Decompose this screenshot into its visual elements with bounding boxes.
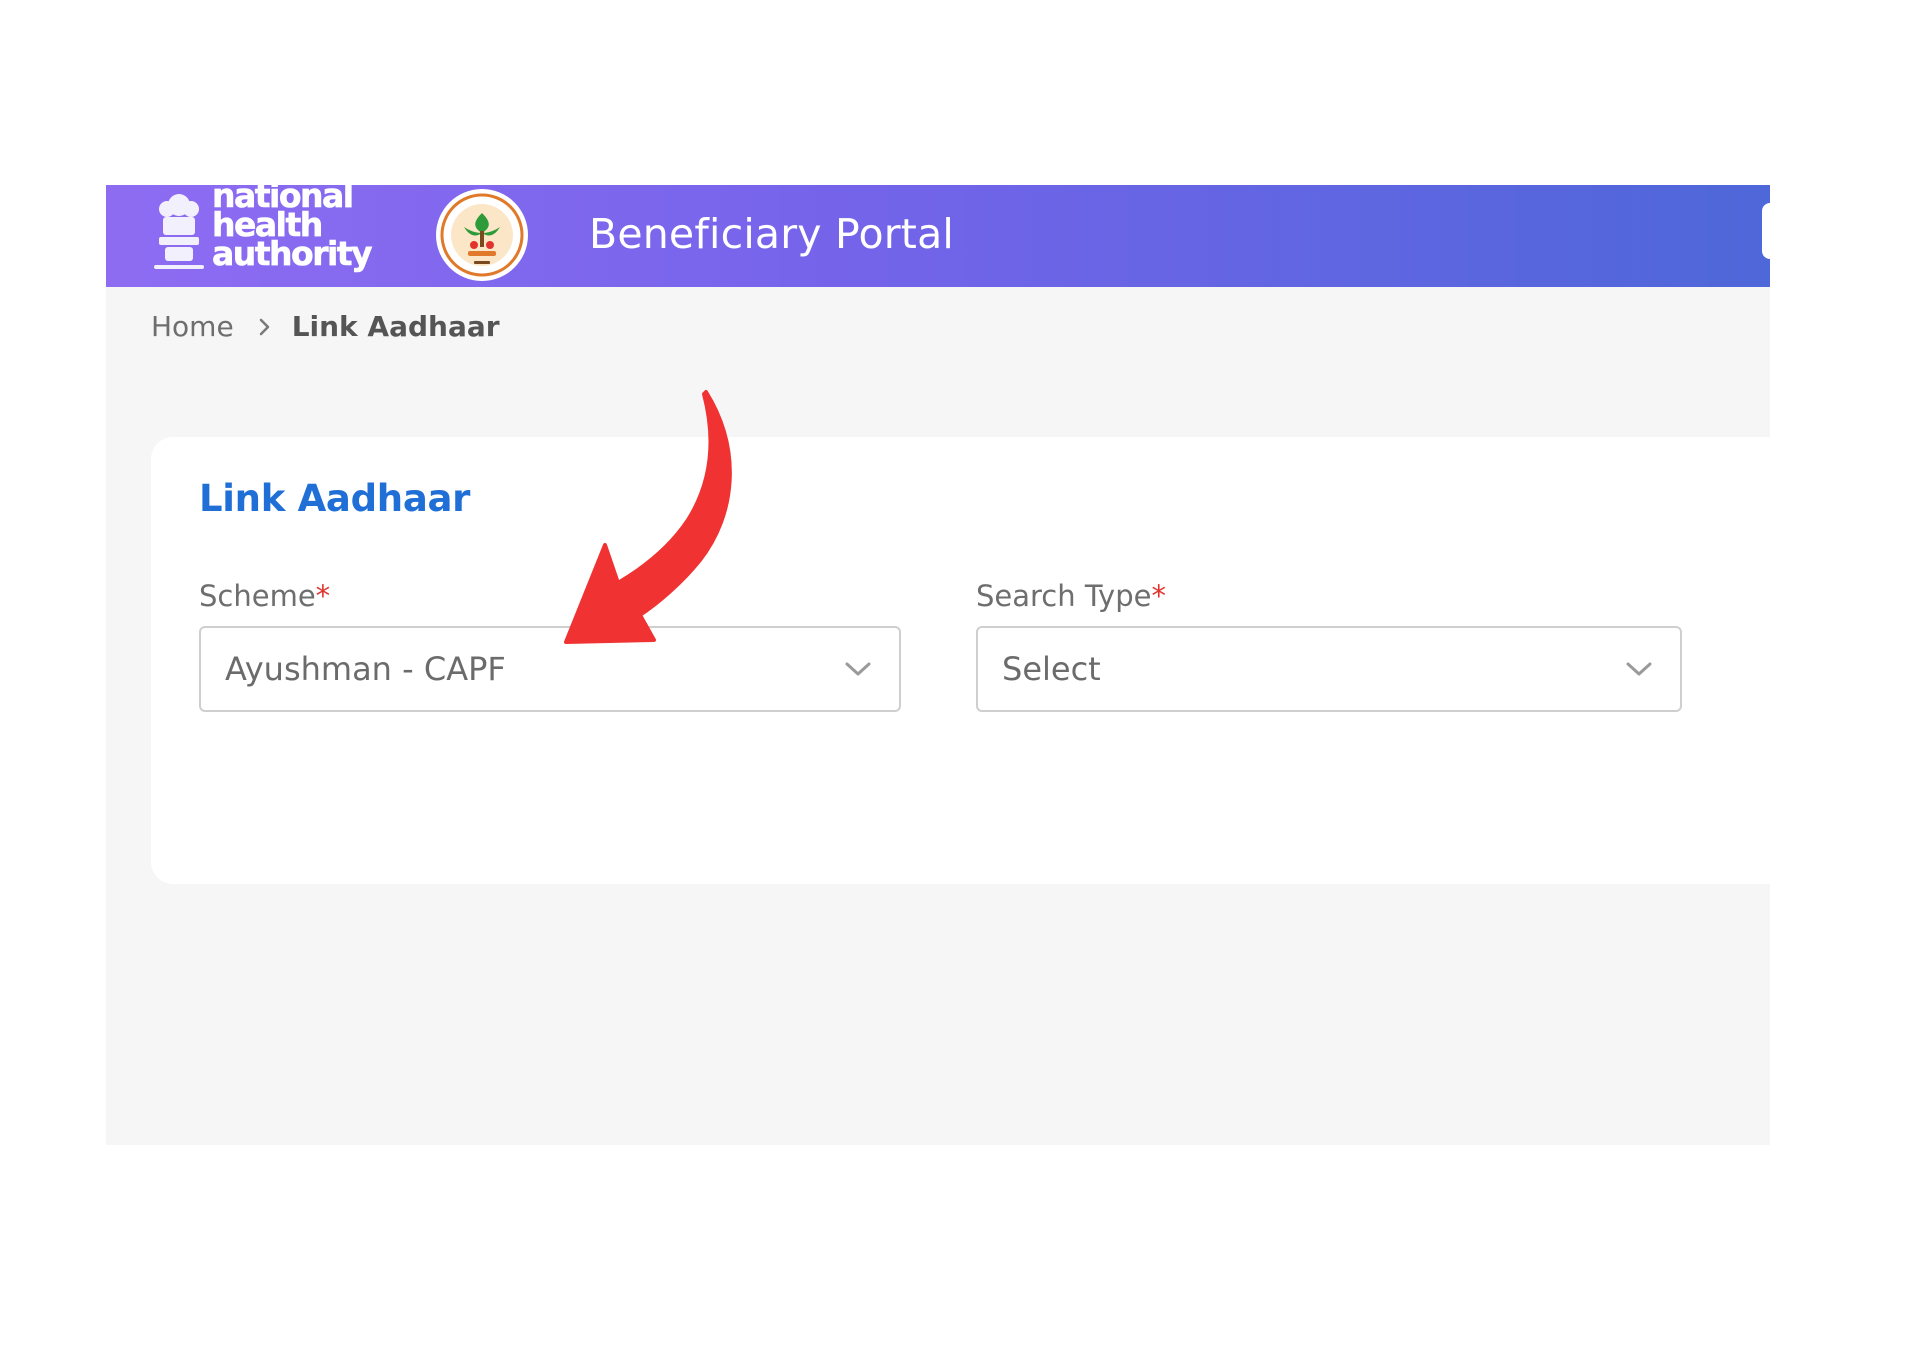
header-action-button-edge[interactable] xyxy=(1762,203,1770,259)
link-aadhaar-card: Link Aadhaar Scheme* Ayushman - CAPF Sea… xyxy=(151,437,1770,884)
scheme-label-text: Scheme xyxy=(199,579,316,613)
chevron-down-icon xyxy=(845,662,871,676)
breadcrumb-home-link[interactable]: Home xyxy=(151,310,234,344)
scheme-select[interactable]: Ayushman - CAPF xyxy=(199,626,901,712)
search-type-label-text: Search Type xyxy=(976,579,1152,613)
required-asterisk: * xyxy=(1151,579,1166,613)
required-asterisk: * xyxy=(315,579,331,613)
search-type-label: Search Type* xyxy=(976,579,1166,613)
scheme-select-value: Ayushman - CAPF xyxy=(225,650,506,688)
breadcrumb: Home Link Aadhaar xyxy=(151,310,500,344)
app-screenshot: national health authority Beneficiary Po… xyxy=(106,185,1770,1145)
chevron-right-icon xyxy=(259,318,269,336)
nha-logo[interactable]: national health authority xyxy=(150,185,380,281)
search-type-select[interactable]: Select xyxy=(976,626,1682,712)
card-title: Link Aadhaar xyxy=(199,477,471,520)
nha-wordmark: national health authority xyxy=(212,185,382,273)
ayushman-bharat-logo-icon[interactable] xyxy=(434,187,530,283)
national-emblem-icon xyxy=(154,194,204,269)
scheme-label: Scheme* xyxy=(199,579,330,613)
search-type-select-value: Select xyxy=(1002,650,1101,688)
chevron-down-icon xyxy=(1626,662,1652,676)
portal-title: Beneficiary Portal xyxy=(589,210,954,258)
breadcrumb-current: Link Aadhaar xyxy=(291,310,500,343)
nha-wordmark-line3: authority xyxy=(212,234,373,273)
portal-header: national health authority Beneficiary Po… xyxy=(106,185,1770,287)
